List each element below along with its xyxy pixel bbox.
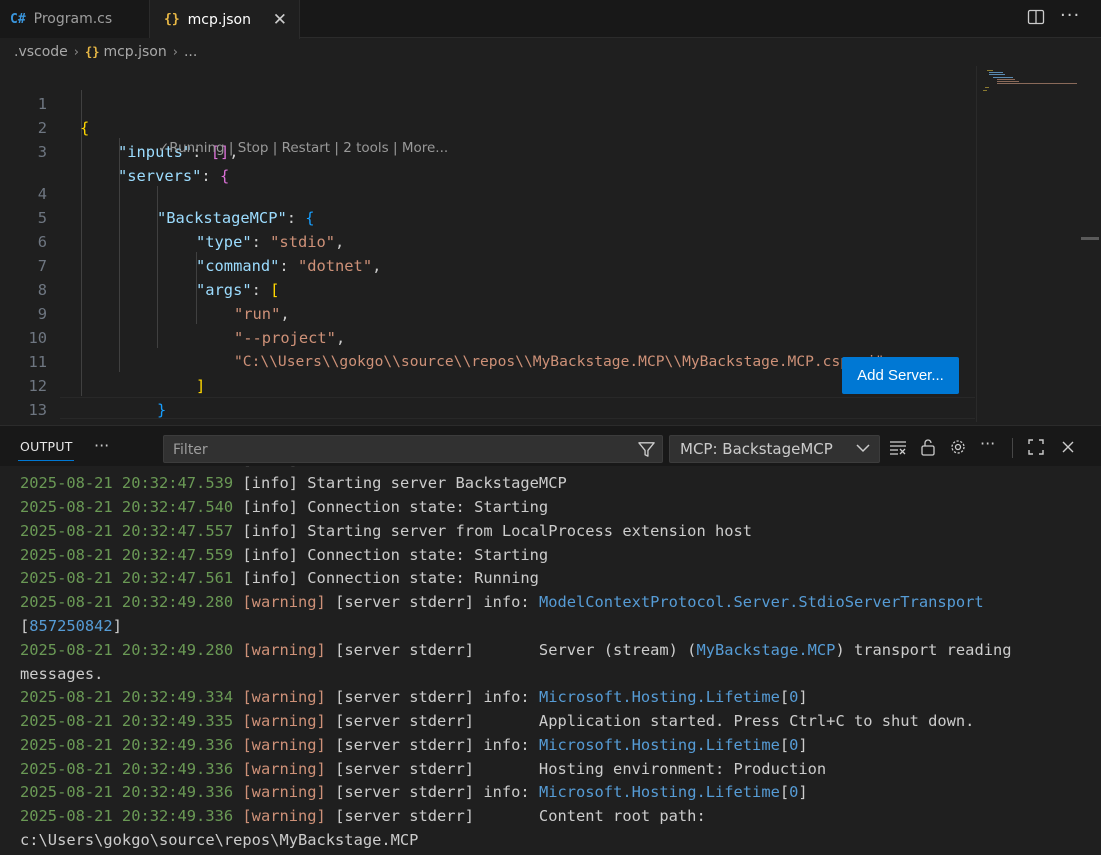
more-icon[interactable]: ··· bbox=[1060, 5, 1080, 26]
code-line: 6 "command": "dotnet", bbox=[0, 206, 976, 275]
log-line: c:\Users\gokgo\source\repos\MyBackstage.… bbox=[20, 831, 419, 849]
code-line: 13 } bbox=[0, 374, 976, 443]
code-line: 2 "inputs": [], bbox=[0, 92, 976, 161]
json-icon: {} bbox=[85, 45, 100, 59]
maximize-icon[interactable] bbox=[1027, 438, 1045, 456]
log-line: 2025-08-21 20:32:49.335 [warning] [serve… bbox=[20, 712, 975, 730]
log-link[interactable]: MyBackstage.MCP bbox=[696, 641, 835, 659]
log-line: [857250842] bbox=[20, 617, 122, 635]
chevron-down-icon bbox=[856, 444, 870, 453]
tab-label: Program.cs bbox=[33, 11, 113, 27]
code-line: 12 } bbox=[0, 350, 976, 419]
log-link[interactable]: ModelContextProtocol.Server.StdioServerT… bbox=[539, 593, 984, 611]
breadcrumb: .vscode › {} mcp.json › ... bbox=[14, 44, 197, 60]
tab-output[interactable]: OUTPUT bbox=[20, 439, 73, 454]
csharp-icon: C# bbox=[10, 11, 26, 27]
editor-scrollbar[interactable] bbox=[1081, 237, 1099, 240]
log-link[interactable]: Microsoft.Hosting.Lifetime bbox=[539, 688, 780, 706]
close-icon[interactable]: ✕ bbox=[273, 10, 287, 30]
add-server-button[interactable]: Add Server... bbox=[842, 357, 959, 394]
close-panel-icon[interactable] bbox=[1059, 438, 1077, 456]
chevron-right-icon: › bbox=[172, 44, 178, 60]
log-line: 2025-08-21 20:32:49.334 [warning] [serve… bbox=[20, 688, 808, 706]
log-line: 2025-08-21 20:32:49.336 [warning] [serve… bbox=[20, 760, 827, 778]
tab-label: mcp.json bbox=[187, 11, 251, 28]
breadcrumb-file[interactable]: mcp.json bbox=[103, 44, 166, 60]
log-line: 2025-08-21 20:32:47.539 [info] Starting … bbox=[20, 474, 567, 492]
log-line-partial: 2025-08-21 20:32:47.538 [info] bbox=[20, 466, 307, 472]
split-editor-icon[interactable] bbox=[1027, 8, 1045, 26]
code-line: 11 ] bbox=[0, 326, 976, 395]
log-link[interactable]: Microsoft.Hosting.Lifetime bbox=[539, 783, 780, 801]
log-line: 2025-08-21 20:32:49.336 [warning] [serve… bbox=[20, 783, 808, 801]
panel-header: OUTPUT ··· MCP: BackstageMCP ··· bbox=[0, 425, 1101, 466]
breadcrumb-folder[interactable]: .vscode bbox=[14, 44, 68, 60]
toolbar-separator bbox=[1012, 438, 1013, 458]
log-line: 2025-08-21 20:32:49.280 [warning] [serve… bbox=[20, 641, 1012, 659]
log-line: 2025-08-21 20:32:49.336 [warning] [serve… bbox=[20, 807, 706, 825]
code-line: 3 "servers": { bbox=[0, 116, 976, 185]
log-line: messages. bbox=[20, 665, 104, 683]
log-link[interactable]: Microsoft.Hosting.Lifetime bbox=[539, 736, 780, 754]
lock-icon[interactable] bbox=[919, 438, 937, 456]
code-line: 8 "run", bbox=[0, 254, 976, 323]
log-line: 2025-08-21 20:32:47.557 [info] Starting … bbox=[20, 522, 753, 540]
output-channel-select[interactable]: MCP: BackstageMCP bbox=[669, 435, 880, 463]
code-line: 9 "--project", bbox=[0, 278, 976, 347]
more-icon[interactable]: ··· bbox=[980, 434, 998, 453]
gear-icon[interactable] bbox=[949, 438, 967, 456]
tab-program-cs[interactable]: C# Program.cs bbox=[0, 0, 150, 38]
breadcrumb-more[interactable]: ... bbox=[184, 44, 197, 60]
code-line: 10 "C:\\Users\\gokgo\\source\\repos\\MyB… bbox=[0, 302, 976, 370]
output-log[interactable]: 2025-08-21 20:32:47.538 [info] 2025-08-2… bbox=[0, 466, 1101, 855]
active-tab-indicator bbox=[18, 460, 74, 461]
code-line: 5 "type": "stdio", bbox=[0, 182, 976, 251]
mcp-codelens[interactable]: ✓Running | Stop | Restart | 2 tools | Mo… bbox=[158, 140, 448, 156]
filter-input[interactable] bbox=[173, 440, 623, 460]
filter-icon[interactable] bbox=[637, 440, 656, 459]
code-line: 4 "BackstageMCP": { bbox=[0, 158, 976, 227]
json-icon: {} bbox=[164, 12, 180, 27]
tab-bar: C# Program.cs {} mcp.json ✕ ··· bbox=[0, 0, 1101, 39]
code-editor[interactable]: 1 { 2 "inputs": [], 3 "servers": { ✓Runn… bbox=[0, 66, 976, 467]
output-channel-value: MCP: BackstageMCP bbox=[680, 440, 833, 458]
tab-mcp-json[interactable]: {} mcp.json ✕ bbox=[150, 0, 300, 39]
filter-box bbox=[163, 435, 663, 463]
minimap[interactable] bbox=[976, 66, 1101, 422]
more-icon[interactable]: ··· bbox=[94, 436, 109, 455]
clear-output-icon[interactable] bbox=[889, 438, 907, 456]
log-line: 2025-08-21 20:32:47.559 [info] Connectio… bbox=[20, 546, 549, 564]
code-line: 7 "args": [ bbox=[0, 230, 976, 299]
log-line: 2025-08-21 20:32:49.336 [warning] [serve… bbox=[20, 736, 808, 754]
chevron-right-icon: › bbox=[73, 44, 79, 60]
code-line: 14 } bbox=[0, 398, 976, 467]
code-line: 1 { bbox=[0, 68, 976, 137]
log-line: 2025-08-21 20:32:47.540 [info] Connectio… bbox=[20, 498, 549, 516]
log-line: 2025-08-21 20:32:49.280 [warning] [serve… bbox=[20, 593, 984, 611]
log-line: 2025-08-21 20:32:47.561 [info] Connectio… bbox=[20, 569, 539, 587]
